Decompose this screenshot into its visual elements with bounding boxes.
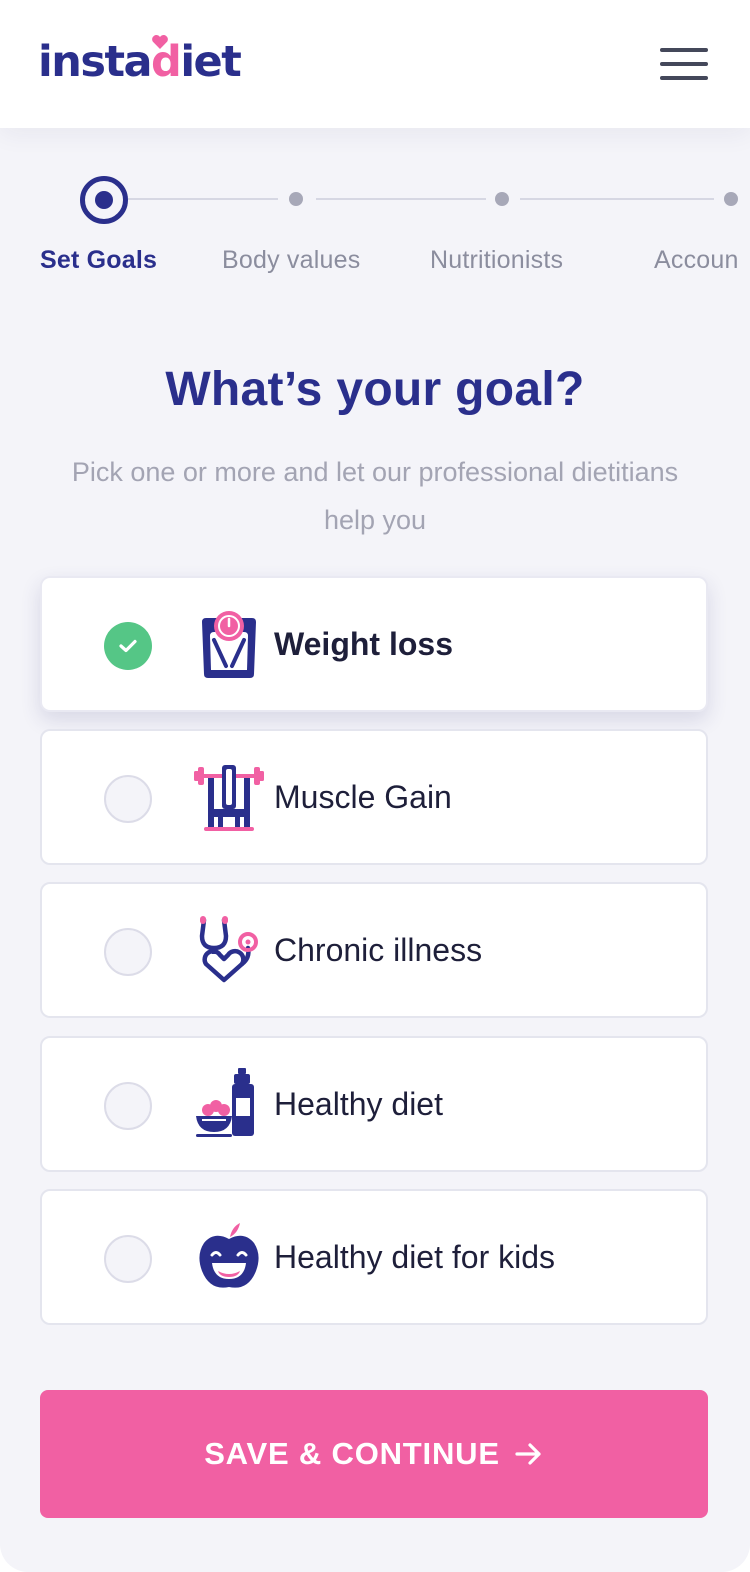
goal-label: Chronic illness: [274, 932, 483, 968]
bench-press-icon: [194, 765, 264, 831]
step-dot-body-values[interactable]: [289, 192, 303, 206]
goal-label: Healthy diet: [274, 1086, 443, 1122]
goal-option-chronic-illness[interactable]: Chronic illness: [40, 882, 708, 1018]
scale-icon: [202, 611, 256, 678]
unchecked-radio[interactable]: [104, 1082, 152, 1130]
page-title: What’s your goal?: [165, 363, 585, 416]
arrow-right-icon: [515, 1443, 541, 1465]
unchecked-radio[interactable]: [104, 928, 152, 976]
heart-icon: [152, 35, 168, 49]
step-current-indicator[interactable]: [80, 176, 128, 224]
goal-option-muscle-gain[interactable]: Muscle Gain: [40, 729, 708, 865]
goal-label: Weight loss: [274, 626, 453, 662]
progress-stepper: Set Goals Body values Nutritionists Acco…: [0, 150, 750, 290]
goal-option-healthy-diet[interactable]: Healthy diet: [40, 1036, 708, 1172]
salad-bottle-icon: [196, 1068, 254, 1137]
apple-face-icon: [199, 1223, 259, 1288]
app-header: insta d iet: [0, 0, 750, 128]
checked-radio[interactable]: [104, 622, 152, 670]
step-label-nutritionists[interactable]: Nutritionists: [430, 246, 563, 275]
step-label-account[interactable]: Accoun: [654, 246, 739, 275]
goal-option-healthy-diet-for-kids[interactable]: Healthy diet for kids: [40, 1189, 708, 1325]
step-connector: [316, 198, 486, 200]
step-connector: [520, 198, 714, 200]
step-dot-nutritionists[interactable]: [495, 192, 509, 206]
save-and-continue-label: SAVE & CONTINUE: [204, 1436, 500, 1471]
step-label-set-goals[interactable]: Set Goals: [40, 246, 157, 275]
stethoscope-icon: [199, 916, 258, 983]
instadiet-logo[interactable]: insta d iet: [38, 35, 242, 88]
unchecked-radio[interactable]: [104, 775, 152, 823]
step-dot-account[interactable]: [724, 192, 738, 206]
step-connector: [128, 198, 278, 200]
save-and-continue-button[interactable]: SAVE & CONTINUE: [40, 1390, 708, 1518]
logo-heart-letter: d: [151, 35, 182, 88]
checkmark-icon: [119, 639, 137, 653]
goal-option-weight-loss[interactable]: Weight loss: [40, 576, 708, 712]
hamburger-menu-icon[interactable]: [656, 44, 712, 84]
unchecked-radio[interactable]: [104, 1235, 152, 1283]
goal-label: Healthy diet for kids: [274, 1239, 556, 1275]
logo-text-left: insta: [38, 37, 153, 87]
page-subtitle: Pick one or more and let our professiona…: [71, 457, 679, 535]
goal-label: Muscle Gain: [274, 779, 452, 815]
logo-text-right: iet: [180, 37, 241, 87]
step-label-body-values[interactable]: Body values: [222, 246, 360, 275]
page: insta d iet Set Goals Body values Nutritio…: [0, 0, 750, 1572]
